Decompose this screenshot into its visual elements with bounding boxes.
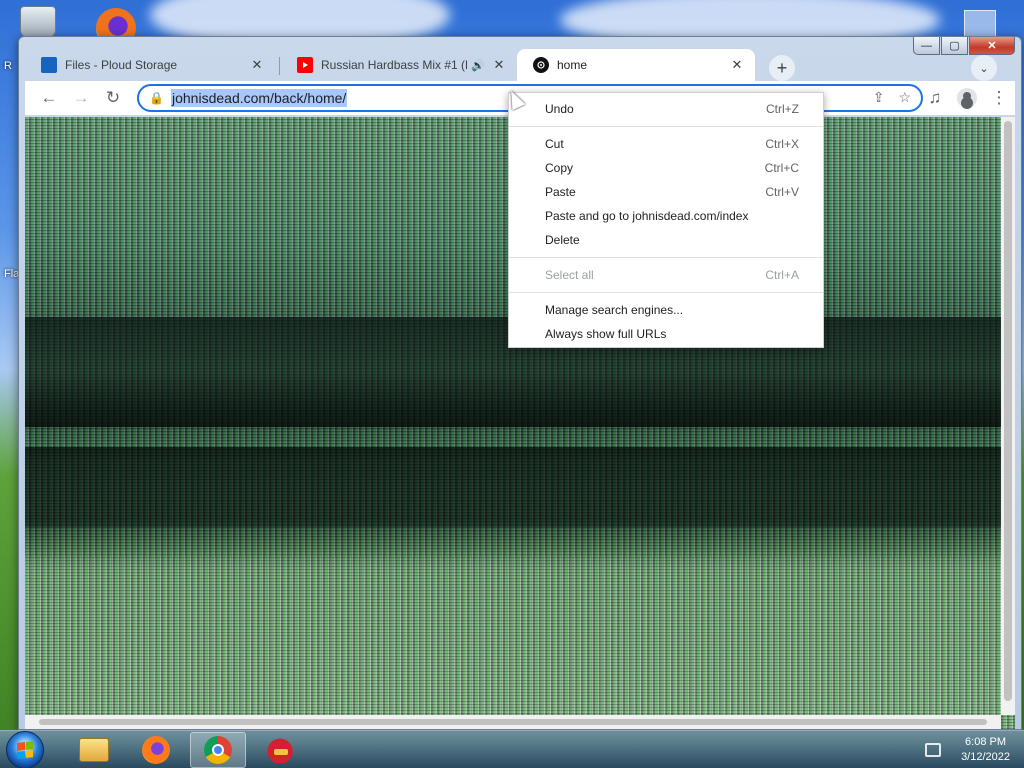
menu-item-label: Paste [545, 185, 576, 199]
taskbar-chrome[interactable] [190, 731, 246, 768]
toolbar-right: ♫ ⋮ [919, 84, 1015, 112]
horizontal-scrollbar[interactable] [25, 715, 1001, 729]
menu-item-label: Cut [545, 137, 564, 151]
menu-item-label: Always show full URLs [545, 327, 667, 341]
skull-favicon-icon [533, 57, 549, 73]
menu-item-label: Select all [545, 268, 594, 282]
tab-ploud-storage[interactable]: Files - Ploud Storage ✕ [25, 49, 275, 81]
menu-item-shortcut: Ctrl+C [764, 161, 799, 175]
menu-item-always-show-full-urls[interactable]: Always show full URLs [509, 322, 823, 346]
folder-icon [79, 737, 109, 762]
profile-avatar[interactable] [957, 88, 977, 108]
menu-item-shortcut: Ctrl+X [765, 137, 799, 151]
reload-button[interactable]: ↻ [97, 84, 129, 112]
context-menu: Undo Ctrl+Z Cut Ctrl+X Copy Ctrl+C Paste Ctrl+V… [508, 92, 824, 348]
menu-item-label: Paste and go to johnisdead.com/index [545, 209, 749, 223]
glitch-noise-floor [25, 557, 1015, 715]
glitch-dark-band [25, 447, 1015, 527]
bookmark-star-icon[interactable]: ☆ [898, 89, 911, 106]
network-icon[interactable] [925, 742, 942, 757]
menu-item-shortcut: Ctrl+V [765, 185, 799, 199]
menu-separator [509, 126, 823, 127]
desktop-icon-label: Fla [4, 268, 20, 280]
angry-birds-icon [265, 736, 295, 763]
system-tray: 6:08 PM 3/12/2022 [925, 735, 1024, 765]
tab-close-icon[interactable]: ✕ [729, 57, 745, 73]
ploud-favicon-icon [41, 57, 57, 73]
tab-search-button[interactable]: ⌄ [971, 55, 997, 81]
taskbar-file-explorer[interactable] [66, 732, 122, 768]
tab-title: Russian Hardbass Mix #1 (Ha [321, 58, 468, 72]
new-tab-button[interactable]: + [769, 55, 795, 81]
tab-russian-hardbass[interactable]: Russian Hardbass Mix #1 (Ha 🔊 ✕ [281, 49, 517, 81]
vertical-scrollbar[interactable] [1001, 117, 1015, 715]
menu-item-delete[interactable]: Delete [509, 228, 823, 252]
menu-item-manage-search-engines[interactable]: Manage search engines... [509, 298, 823, 322]
share-icon[interactable]: ⇪ [873, 89, 885, 106]
youtube-favicon-icon [297, 57, 313, 73]
back-button[interactable]: ← [33, 84, 65, 112]
forward-button[interactable]: → [65, 84, 97, 112]
scrollbar-thumb[interactable] [39, 719, 987, 725]
close-window-button[interactable]: ✕ [969, 37, 1015, 55]
menu-item-label: Undo [545, 102, 574, 116]
menu-item-paste-and-go-to-johnisdead-com-index[interactable]: Paste and go to johnisdead.com/index [509, 204, 823, 228]
tab-strip: Files - Ploud Storage ✕ Russian Hardbass… [25, 43, 997, 81]
menu-separator [509, 257, 823, 258]
menu-item-copy[interactable]: Copy Ctrl+C [509, 156, 823, 180]
tab-separator [279, 57, 280, 75]
chrome-icon [204, 735, 232, 764]
recycle-bin-icon[interactable] [20, 6, 56, 38]
windows-logo-icon [17, 740, 33, 759]
menu-item-shortcut: Ctrl+A [765, 268, 799, 282]
lock-icon[interactable]: 🔒 [149, 91, 165, 105]
taskbar-angry-birds[interactable] [252, 732, 308, 768]
maximize-button[interactable]: ▢ [941, 37, 968, 55]
clock[interactable]: 6:08 PM 3/12/2022 [961, 735, 1010, 765]
omnibox-actions: ⇪ ☆ [873, 89, 911, 106]
clock-date: 3/12/2022 [961, 750, 1010, 763]
menu-item-select-all[interactable]: Select all Ctrl+A [509, 263, 823, 287]
menu-separator [509, 292, 823, 293]
scrollbar-thumb[interactable] [1004, 121, 1012, 701]
start-button[interactable] [6, 730, 44, 768]
menu-item-label: Manage search engines... [545, 303, 684, 317]
tab-home[interactable]: home ✕ [517, 49, 755, 81]
taskbar-firefox[interactable] [128, 732, 184, 768]
clock-time: 6:08 PM [965, 735, 1007, 748]
menu-item-label: Delete [545, 233, 580, 247]
browser-menu-icon[interactable]: ⋮ [983, 84, 1015, 112]
media-control-icon[interactable]: ♫ [919, 84, 951, 112]
menu-item-shortcut: Ctrl+Z [766, 102, 799, 116]
speaker-icon[interactable]: 🔊 [471, 59, 485, 72]
address-text[interactable]: johnisdead.com/back/home/ [171, 89, 348, 107]
taskbar: 6:08 PM 3/12/2022 [0, 730, 1024, 768]
desktop-icon-label: R [4, 60, 12, 72]
menu-item-paste[interactable]: Paste Ctrl+V [509, 180, 823, 204]
tab-title: Files - Ploud Storage [65, 58, 178, 72]
tab-close-icon[interactable]: ✕ [491, 57, 507, 73]
menu-item-undo[interactable]: Undo Ctrl+Z [509, 97, 823, 121]
tab-title: home [557, 58, 588, 72]
menu-item-cut[interactable]: Cut Ctrl+X [509, 132, 823, 156]
tab-close-icon[interactable]: ✕ [249, 57, 265, 73]
firefox-icon [142, 735, 170, 764]
menu-item-label: Copy [545, 161, 574, 175]
